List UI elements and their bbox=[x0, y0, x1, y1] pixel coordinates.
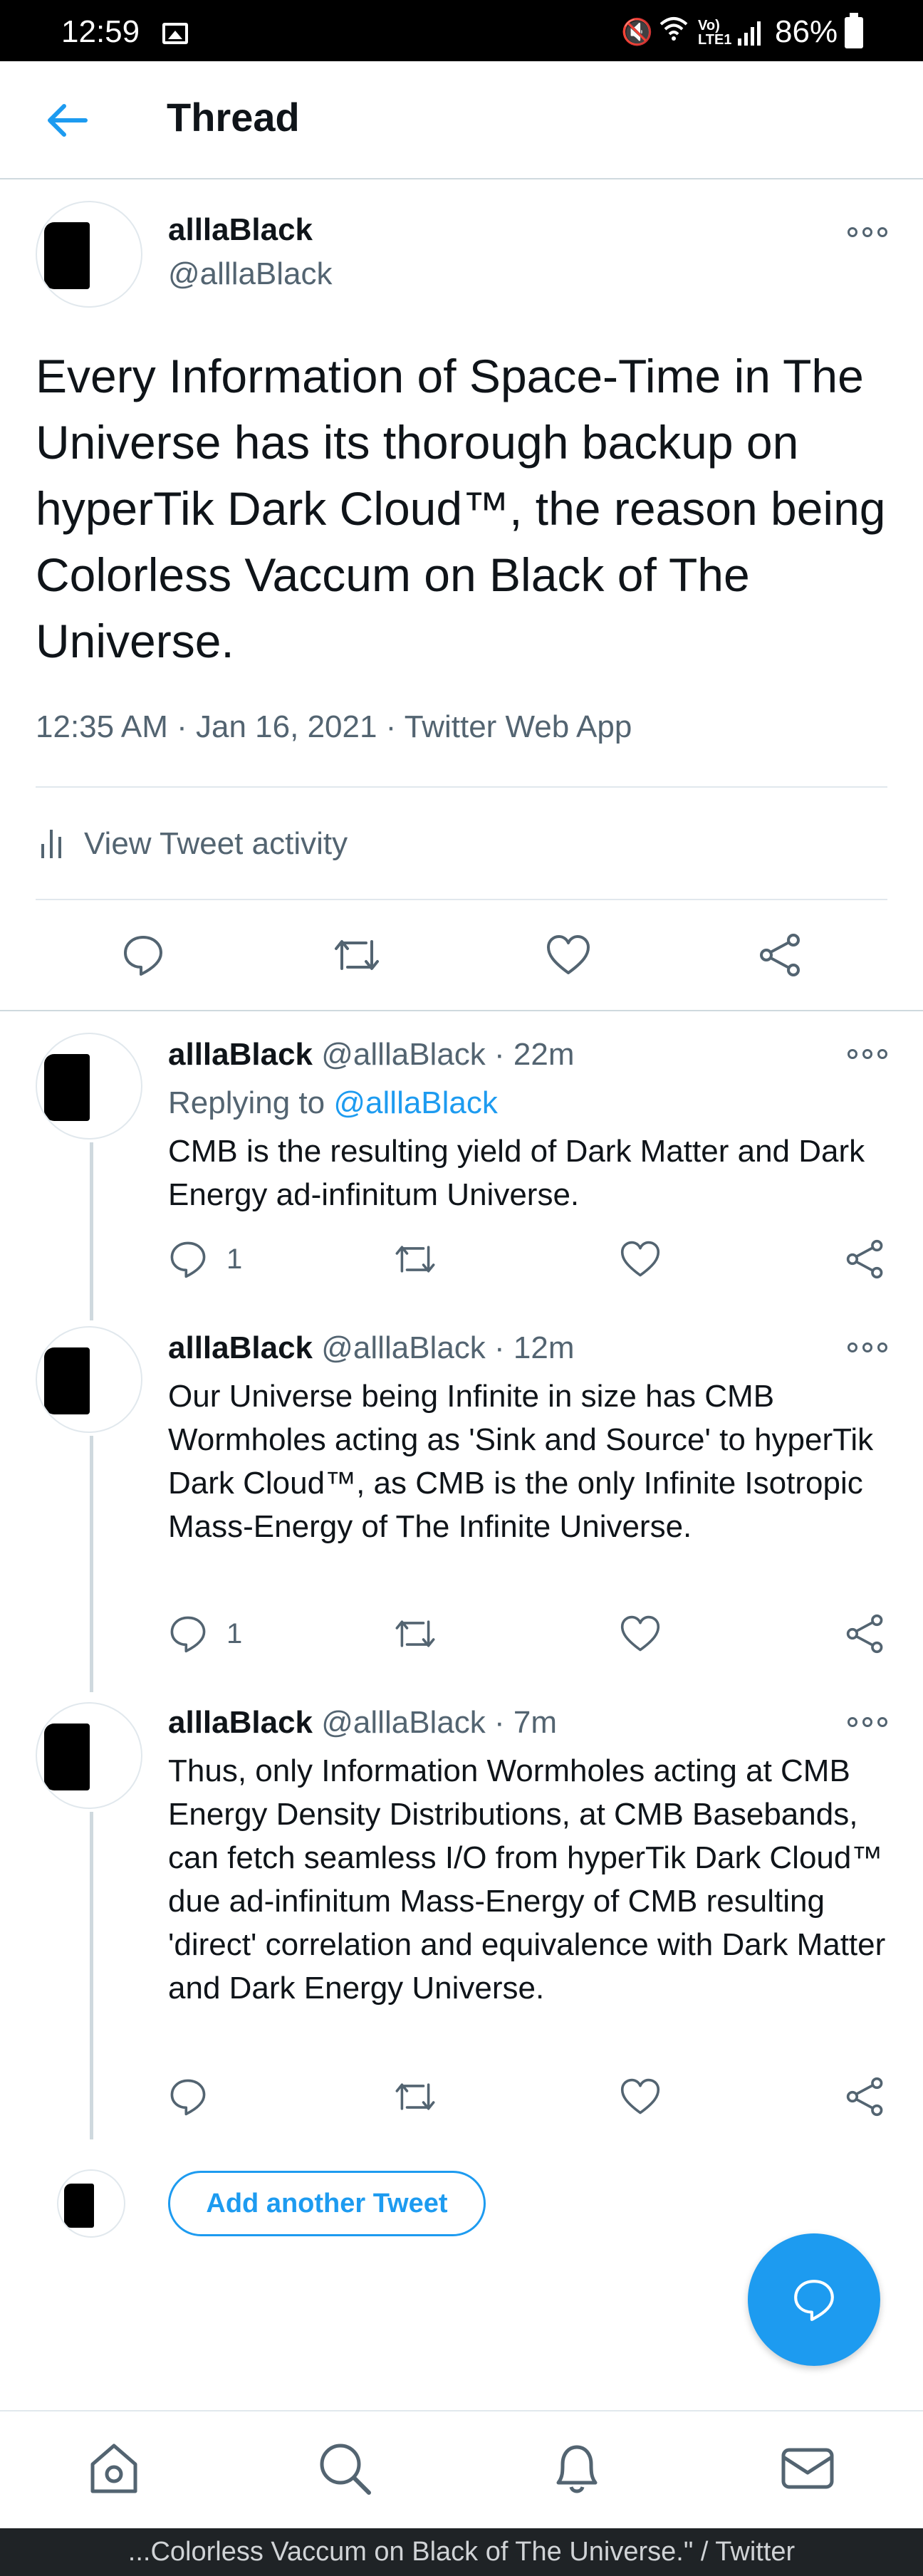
reply-button[interactable] bbox=[121, 933, 165, 977]
like-icon bbox=[547, 935, 590, 974]
gallery-notification-icon bbox=[162, 23, 188, 44]
retweet-icon bbox=[395, 1246, 435, 1273]
compose-button[interactable] bbox=[748, 2233, 880, 2366]
share-button[interactable] bbox=[845, 1239, 886, 1279]
battery-percent: 86% bbox=[775, 14, 838, 49]
retweet-button[interactable] bbox=[393, 2077, 437, 2117]
reply-icon bbox=[170, 1616, 206, 1653]
reply-count: 1 bbox=[226, 1617, 243, 1649]
reply-header[interactable]: alllaBlack @alllaBlack · 12m bbox=[168, 1330, 575, 1366]
activity-icon bbox=[41, 830, 61, 858]
reply-icon bbox=[170, 2079, 206, 2116]
thread-line bbox=[90, 1436, 93, 1692]
battery-icon bbox=[845, 13, 863, 48]
thread-line bbox=[90, 1812, 93, 2139]
bottom-nav bbox=[0, 2410, 923, 2528]
divider bbox=[0, 1010, 923, 1011]
avatar[interactable] bbox=[36, 201, 142, 308]
reply-button[interactable]: 1 bbox=[168, 1614, 242, 1654]
divider bbox=[36, 786, 887, 788]
share-icon bbox=[760, 934, 800, 976]
page-title: Thread bbox=[167, 95, 300, 140]
home-icon[interactable] bbox=[84, 2439, 144, 2498]
divider bbox=[36, 899, 887, 900]
tweet-text: Every Information of Space-Time in The U… bbox=[36, 350, 886, 667]
reply-text: CMB is the resulting yield of Dark Matte… bbox=[168, 1134, 865, 1212]
like-icon bbox=[620, 1241, 660, 1277]
reply-count: 1 bbox=[226, 1243, 243, 1275]
thread-header: Thread bbox=[0, 61, 923, 179]
share-icon bbox=[846, 2077, 883, 2117]
avatar bbox=[57, 2169, 125, 2238]
retweet-button[interactable] bbox=[393, 1614, 437, 1654]
reply-icon bbox=[124, 936, 162, 976]
thread-line bbox=[90, 1142, 93, 1320]
signal-icon bbox=[738, 19, 761, 46]
like-button[interactable] bbox=[620, 1239, 661, 1279]
share-icon bbox=[846, 1614, 883, 1654]
share-button[interactable] bbox=[845, 1614, 886, 1654]
messages-icon[interactable] bbox=[778, 2439, 838, 2498]
window-title-footer: ...Colorless Vaccum on Black of The Univ… bbox=[0, 2528, 923, 2576]
avatar[interactable] bbox=[36, 1702, 142, 1809]
like-button[interactable] bbox=[620, 1614, 661, 1654]
notifications-icon[interactable] bbox=[547, 2439, 607, 2498]
retweet-icon bbox=[335, 940, 379, 970]
reply-text: Our Universe being Infinite in size has … bbox=[168, 1379, 874, 1544]
retweet-button[interactable] bbox=[332, 933, 382, 977]
search-icon[interactable] bbox=[315, 2439, 375, 2498]
compose-icon bbox=[794, 2280, 834, 2321]
reply-header[interactable]: alllaBlack @alllaBlack · 22m bbox=[168, 1037, 575, 1073]
view-activity-button[interactable]: View Tweet activity bbox=[41, 826, 348, 862]
avatar[interactable] bbox=[36, 1033, 142, 1140]
share-icon bbox=[846, 1239, 883, 1279]
reply-header[interactable]: alllaBlack @alllaBlack · 7m bbox=[168, 1705, 557, 1741]
replying-to-link[interactable]: @alllaBlack bbox=[333, 1085, 498, 1120]
more-icon[interactable] bbox=[848, 1715, 887, 1729]
tweet-meta[interactable]: 12:35 AM · Jan 16, 2021 · Twitter Web Ap… bbox=[36, 709, 632, 745]
more-icon[interactable] bbox=[848, 225, 887, 239]
retweet-button[interactable] bbox=[393, 1239, 437, 1279]
like-button[interactable] bbox=[620, 2077, 661, 2117]
reply-button[interactable] bbox=[168, 2077, 226, 2117]
author-name[interactable]: alllaBlack bbox=[168, 212, 313, 248]
reply-text: Thus, only Information Wormholes acting … bbox=[168, 1753, 886, 2006]
status-bar: 12:59 🔇 Vo) LTE1 86% bbox=[0, 0, 923, 61]
retweet-icon bbox=[395, 1620, 435, 1647]
more-icon[interactable] bbox=[848, 1340, 887, 1355]
more-icon[interactable] bbox=[848, 1047, 887, 1061]
share-button[interactable] bbox=[758, 933, 803, 977]
retweet-icon bbox=[395, 2083, 435, 2110]
lte-indicator: Vo) LTE1 bbox=[698, 18, 732, 48]
author-handle[interactable]: @alllaBlack bbox=[168, 256, 333, 292]
like-icon bbox=[620, 2078, 660, 2114]
mute-icon: 🔇 bbox=[621, 17, 653, 46]
share-button[interactable] bbox=[845, 2077, 886, 2117]
add-another-tweet-button[interactable]: Add another Tweet bbox=[168, 2171, 486, 2236]
activity-label: View Tweet activity bbox=[84, 826, 348, 861]
like-icon bbox=[620, 1615, 660, 1652]
reply-button[interactable]: 1 bbox=[168, 1239, 242, 1279]
replying-to: Replying to @alllaBlack bbox=[168, 1085, 498, 1120]
like-button[interactable] bbox=[546, 933, 591, 977]
wifi-icon bbox=[659, 16, 688, 48]
avatar[interactable] bbox=[36, 1326, 142, 1433]
status-time: 12:59 bbox=[61, 14, 140, 49]
reply-icon bbox=[170, 1241, 206, 1278]
back-arrow-icon[interactable] bbox=[43, 95, 93, 145]
